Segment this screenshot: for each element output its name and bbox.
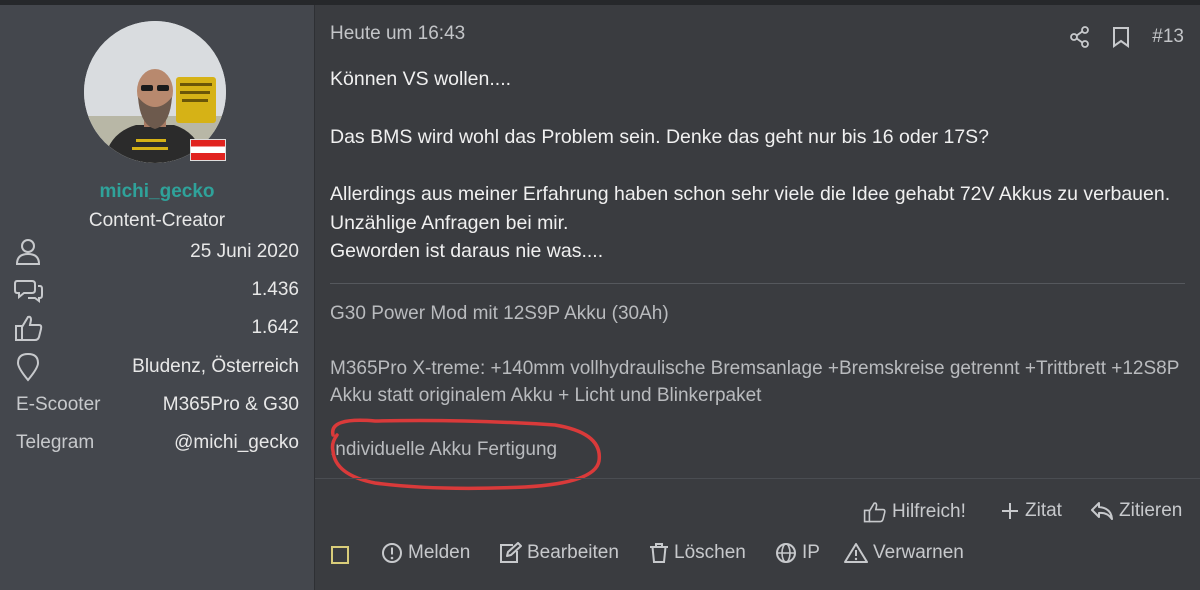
reply-icon [1091,502,1113,520]
actions-divider [315,478,1200,479]
stat-messages: 1.436 [14,275,299,305]
warn-label: Verwarnen [873,542,964,563]
delete-label: Löschen [674,542,746,563]
stat-reactions: 1.642 [14,313,299,343]
signature-line: M365Pro X-treme: +140mm vollhydraulische… [330,358,1180,406]
plus-icon [1002,503,1018,519]
signature-line: Individuelle Akku Fertigung [330,439,558,460]
edit-button[interactable]: Bearbeiten [498,542,619,564]
select-post-checkbox[interactable] [331,546,349,564]
reply-label: Zitieren [1119,500,1183,521]
post-header-actions: #13 [1070,24,1184,50]
report-button[interactable]: Melden [381,542,470,564]
thumbs-up-icon [15,315,43,341]
stat-escooter: E-Scooter M365Pro & G30 [14,390,299,420]
austria-flag-icon [190,139,226,161]
edit-icon [500,542,522,563]
post-message: Können VS wollen.... Das BMS wird wohl d… [330,65,1185,266]
post-line: Können VS wollen.... [330,68,512,90]
share-icon[interactable] [1070,26,1090,48]
signature-divider [330,283,1185,284]
globe-icon [776,543,796,563]
avatar-wrapper [84,21,230,167]
delete-button[interactable]: Löschen [649,542,746,564]
user-role: Content-Creator [88,210,226,231]
post-line: Allerdings aus meiner Erfahrung haben sc… [330,183,1171,234]
report-label: Melden [408,542,471,563]
post-body: Heute um 16:43 #13 Können VS wollen.... … [315,5,1200,590]
messages-icon [14,280,43,303]
joined-date: 25 Juni 2020 [190,241,299,262]
quote-label: Zitat [1025,500,1062,521]
signature-line: G30 Power Mod mit 12S9P Akku (30Ah) [330,303,669,324]
trash-icon [650,543,668,563]
messages-count: 1.436 [251,279,299,300]
helpful-label: Hilfreich! [892,501,966,522]
location-pin-icon [16,352,40,382]
helpful-button[interactable]: Hilfreich! [863,500,966,524]
telegram-value: @michi_gecko [174,432,299,453]
user-sidebar: michi_gecko Content-Creator 25 Juni 2020… [0,5,315,590]
alert-circle-icon [382,543,402,563]
warn-button[interactable]: Verwarnen [844,542,964,564]
reactions-count: 1.642 [251,317,299,338]
edit-label: Bearbeiten [527,542,619,563]
escooter-value: M365Pro & G30 [162,394,299,415]
bookmark-icon[interactable] [1112,26,1130,48]
telegram-label: Telegram [16,432,95,453]
username[interactable]: michi_gecko [0,181,314,203]
post-number[interactable]: #13 [1152,26,1184,48]
quote-button[interactable]: Zitat [1000,500,1062,522]
escooter-label: E-Scooter [16,394,101,415]
post-time[interactable]: Heute um 16:43 [330,23,465,45]
post-line: Das BMS wird wohl das Problem sein. Denk… [330,125,990,148]
ip-button[interactable]: IP [775,542,820,564]
post-line: Geworden ist daraus nie was.... [330,240,604,263]
ip-label: IP [802,542,820,563]
reply-button[interactable]: Zitieren [1090,500,1182,522]
location-value[interactable]: Bludenz, Österreich [132,356,299,378]
user-icon [15,239,41,265]
stat-telegram: Telegram @michi_gecko [14,428,299,458]
thumbs-up-icon [863,502,886,523]
stat-joined: 25 Juni 2020 [14,237,299,267]
stat-location: Bludenz, Österreich [14,352,299,382]
warning-triangle-icon [844,543,868,563]
